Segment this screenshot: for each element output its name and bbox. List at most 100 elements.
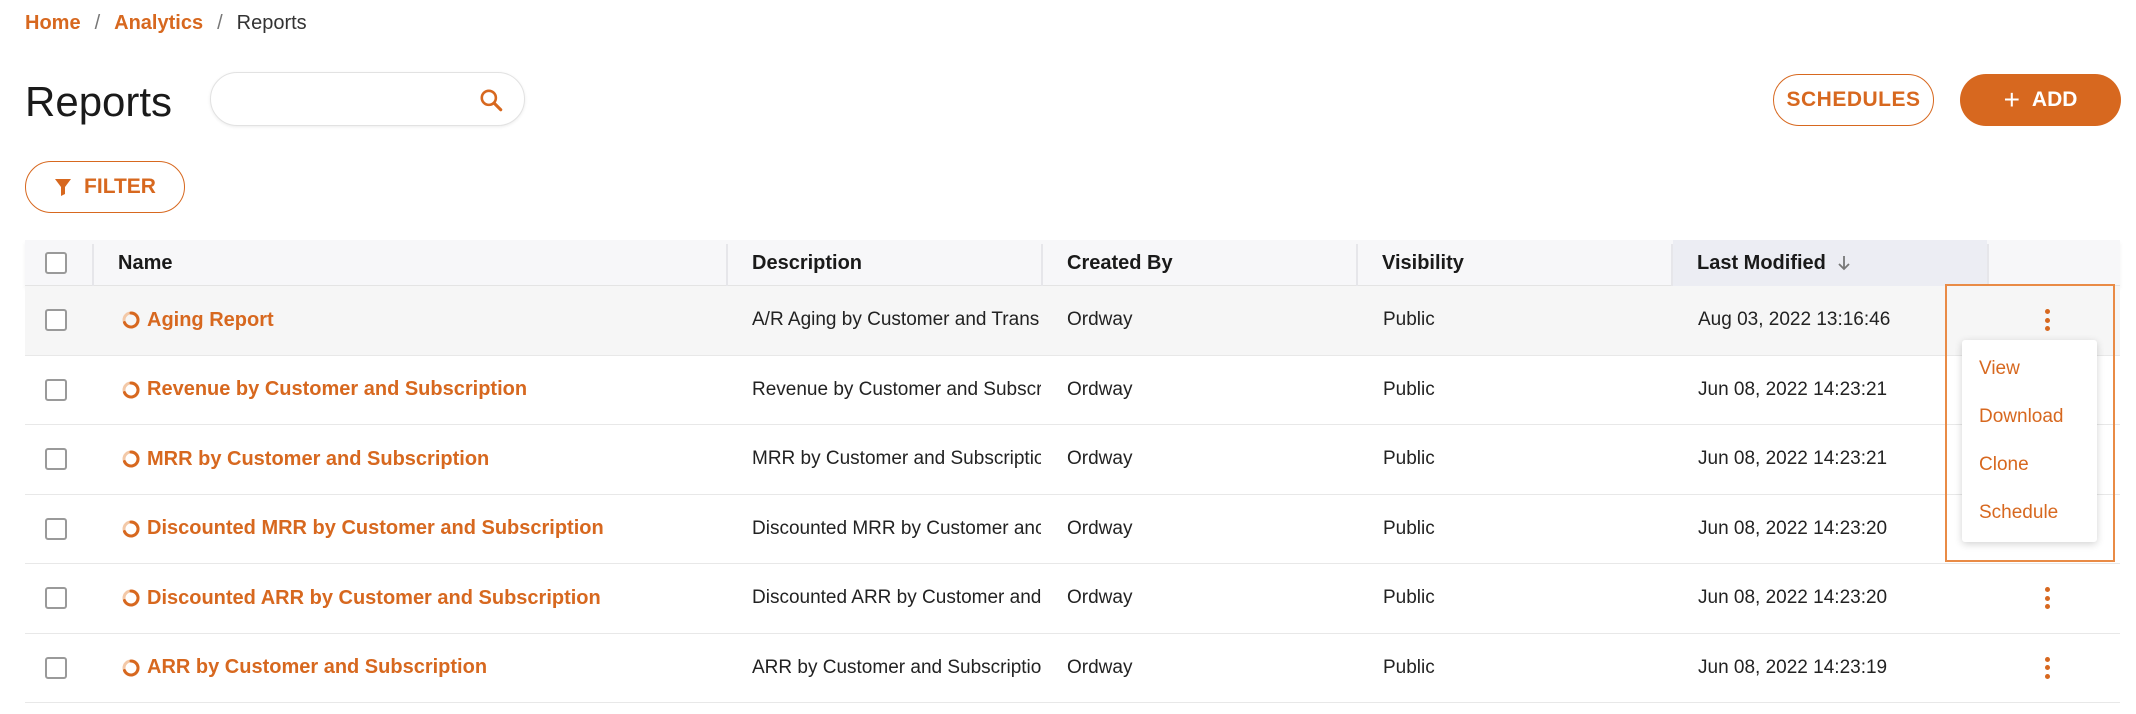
report-name-link[interactable]: Discounted ARR by Customer and Subscript…	[121, 587, 601, 610]
add-button[interactable]: + ADD	[1960, 74, 2121, 126]
report-spinner-icon	[122, 381, 140, 399]
last-modified-cell: Jun 08, 2022 14:23:20	[1698, 587, 1888, 609]
row-select-cell	[45, 286, 67, 355]
column-header-name[interactable]: Name	[94, 240, 751, 286]
breadcrumb-home-link[interactable]: Home	[25, 12, 81, 35]
report-name-link[interactable]: MRR by Customer and Subscription	[121, 448, 489, 471]
report-name-link[interactable]: Revenue by Customer and Subscription	[121, 378, 527, 401]
report-name-link[interactable]: Discounted MRR by Customer and Subscript…	[121, 517, 604, 540]
more-vertical-icon[interactable]	[2037, 584, 2057, 612]
last-modified-cell: Aug 03, 2022 13:16:46	[1698, 309, 1891, 331]
column-header-last-modified[interactable]: Last Modified	[1673, 240, 1987, 286]
visibility-cell: Public	[1383, 309, 1435, 331]
plus-icon: +	[2003, 84, 2020, 115]
visibility-cell: Public	[1383, 517, 1435, 539]
search-input[interactable]	[231, 83, 471, 115]
report-name-label: Revenue by Customer and Subscription	[147, 378, 528, 401]
page-title: Reports	[25, 78, 173, 125]
report-name-label: Discounted ARR by Customer and Subscript…	[147, 586, 601, 609]
menu-item-view[interactable]: View	[1979, 358, 2020, 380]
filter-button[interactable]: FILTER	[25, 161, 185, 213]
table-row[interactable]: Revenue by Customer and Subscription Reve…	[25, 356, 2120, 425]
table-row[interactable]: ARR by Customer and Subscription ARR by C…	[25, 634, 2120, 703]
report-name-label: Discounted MRR by Customer and Subscript…	[147, 517, 604, 540]
created-by-cell: Ordway	[1067, 517, 1133, 539]
menu-item-schedule[interactable]: Schedule	[1979, 502, 2058, 524]
created-by-cell: Ordway	[1067, 309, 1133, 331]
search-icon[interactable]	[478, 87, 504, 113]
filter-icon	[55, 179, 72, 196]
search-box	[210, 72, 525, 126]
row-select-cell	[45, 564, 67, 633]
table-row[interactable]: Aging Report A/R Aging by Customer and Tr…	[25, 286, 2120, 356]
created-by-cell: Ordway	[1067, 378, 1133, 400]
description-cell: Discounted ARR by Customer and	[752, 587, 1041, 609]
schedules-button-label: SCHEDULES	[1786, 88, 1921, 111]
column-header-description[interactable]: Description	[728, 240, 1043, 286]
schedules-button[interactable]: SCHEDULES	[1773, 74, 1934, 126]
last-modified-cell: Jun 08, 2022 14:23:21	[1698, 378, 1888, 400]
name-cell: ARR by Customer and Subscription	[121, 634, 721, 703]
row-checkbox[interactable]	[45, 587, 67, 610]
description-cell: A/R Aging by Customer and Trans	[752, 309, 1040, 331]
breadcrumb-current: Reports	[236, 12, 307, 34]
row-checkbox[interactable]	[45, 378, 67, 401]
report-spinner-icon	[122, 450, 140, 468]
row-select-cell	[45, 356, 67, 425]
breadcrumb-separator: /	[217, 12, 223, 34]
more-vertical-icon[interactable]	[2037, 654, 2057, 682]
report-spinner-icon	[122, 659, 140, 677]
name-cell: Revenue by Customer and Subscription	[121, 356, 721, 425]
select-all-checkbox[interactable]	[45, 252, 67, 274]
column-header-created-by-label: Created By	[1067, 251, 1173, 274]
visibility-cell: Public	[1383, 378, 1435, 400]
report-name-label: ARR by Customer and Subscription	[147, 656, 488, 679]
column-divider	[1987, 244, 1989, 286]
column-header-visibility[interactable]: Visibility	[1358, 240, 1673, 286]
row-actions-menu: View Download Clone Schedule	[1962, 340, 2097, 542]
description-cell: Revenue by Customer and Subscri	[752, 378, 1041, 400]
visibility-cell: Public	[1383, 656, 1435, 678]
table-row[interactable]: Discounted MRR by Customer and Subscript…	[25, 495, 2120, 564]
row-select-cell	[45, 495, 67, 564]
description-cell: MRR by Customer and Subscriptio	[752, 448, 1041, 470]
row-checkbox[interactable]	[45, 309, 67, 332]
breadcrumb-separator: /	[94, 12, 101, 34]
table-row[interactable]: Discounted ARR by Customer and Subscript…	[25, 564, 2120, 634]
last-modified-cell: Jun 08, 2022 14:23:21	[1698, 448, 1888, 470]
description-cell: ARR by Customer and Subscriptio	[752, 656, 1041, 678]
column-header-visibility-label: Visibility	[1382, 251, 1464, 274]
column-header-last-modified-label: Last Modified	[1697, 251, 1826, 274]
menu-item-download[interactable]: Download	[1979, 406, 2064, 428]
breadcrumb: Home / Analytics / Reports	[25, 12, 307, 35]
report-name-link[interactable]: ARR by Customer and Subscription	[121, 656, 487, 679]
add-button-label: ADD	[2031, 88, 2078, 111]
row-checkbox[interactable]	[45, 517, 67, 540]
column-header-name-label: Name	[118, 251, 173, 274]
row-checkbox[interactable]	[45, 448, 67, 471]
name-cell: Aging Report	[121, 286, 721, 355]
row-actions-cell	[2037, 634, 2057, 703]
arrow-down-icon[interactable]	[1836, 254, 1852, 272]
report-name-label: Aging Report	[147, 308, 274, 331]
report-name-label: MRR by Customer and Subscription	[147, 447, 490, 470]
report-spinner-icon	[122, 520, 140, 538]
created-by-cell: Ordway	[1067, 656, 1133, 678]
table-header: Name Description Created By Visibility L…	[25, 240, 2120, 286]
table-row[interactable]: MRR by Customer and Subscription MRR by C…	[25, 425, 2120, 495]
report-spinner-icon	[122, 311, 140, 329]
column-header-description-label: Description	[752, 251, 863, 274]
breadcrumb-analytics-link[interactable]: Analytics	[114, 12, 203, 35]
row-actions-cell	[2037, 564, 2057, 633]
row-select-cell	[45, 425, 67, 494]
column-header-created-by[interactable]: Created By	[1043, 240, 1358, 286]
filter-button-label: FILTER	[84, 175, 156, 198]
created-by-cell: Ordway	[1067, 587, 1133, 609]
table-body: Aging Report A/R Aging by Customer and Tr…	[25, 286, 2120, 703]
description-cell: Discounted MRR by Customer anc	[752, 517, 1041, 539]
report-name-link[interactable]: Aging Report	[121, 309, 274, 332]
report-spinner-icon	[122, 589, 140, 607]
header-select-cell	[25, 240, 92, 286]
row-checkbox[interactable]	[45, 656, 67, 679]
menu-item-clone[interactable]: Clone	[1979, 454, 2029, 476]
